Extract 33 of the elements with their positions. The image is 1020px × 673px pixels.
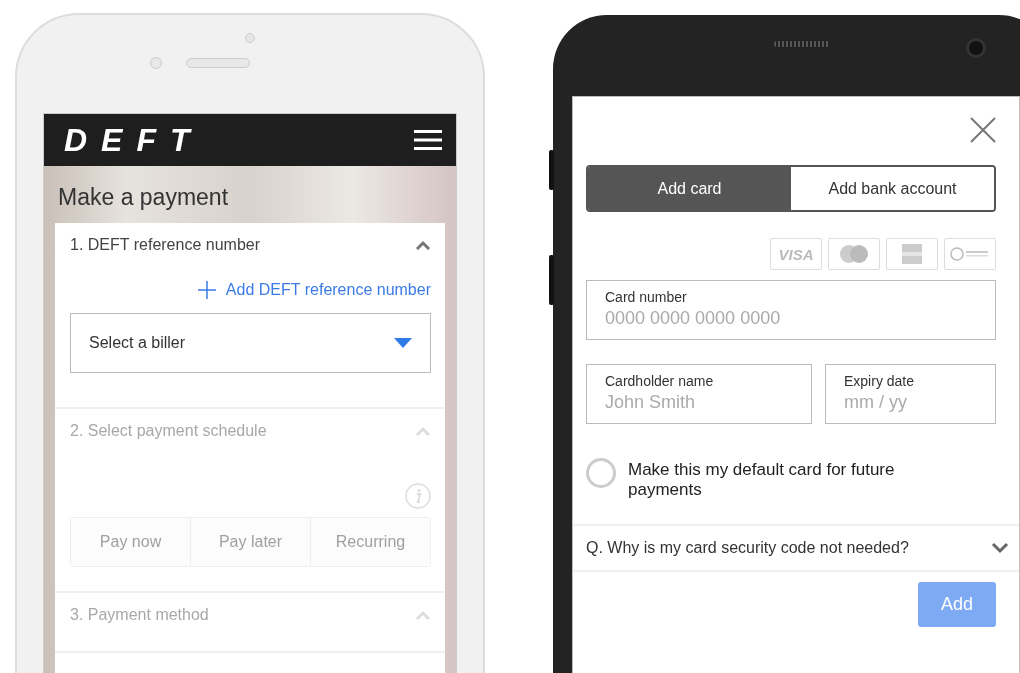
- text-input[interactable]: John Smith: [605, 392, 793, 413]
- amex-logo-icon: [902, 244, 922, 264]
- input-field[interactable]: Expiry date mm / yy: [825, 364, 996, 424]
- field-label: Card number: [605, 289, 688, 305]
- text-input[interactable]: mm / yy: [844, 392, 977, 413]
- visa-logo: VISA: [778, 245, 814, 263]
- faq-question[interactable]: Q. Why is my card security code not needed?: [586, 539, 909, 557]
- camera-icon: [245, 33, 255, 43]
- dropdown-arrow-icon: [394, 338, 412, 348]
- field-label: Cardholder name: [605, 373, 715, 389]
- logo: DEFT: [64, 121, 204, 159]
- card-number-input[interactable]: 0000 0000 0000 0000: [605, 308, 977, 329]
- tab[interactable]: Add card: [588, 167, 791, 210]
- plus-icon: [197, 281, 216, 299]
- sensor-icon: [150, 57, 162, 69]
- camera-icon: [966, 38, 986, 58]
- speaker-icon: [186, 58, 250, 68]
- page-title: Make a payment: [57, 183, 230, 212]
- biller-dropdown[interactable]: Select a biller: [70, 313, 431, 373]
- radio-button[interactable]: [586, 458, 616, 488]
- card-number-field[interactable]: Card number 0000 0000 0000 0000: [586, 280, 996, 340]
- menu-icon[interactable]: [414, 130, 442, 150]
- add-reference-link[interactable]: Add DEFT reference number: [197, 281, 431, 299]
- diners-logo-icon: [950, 247, 990, 261]
- speaker-icon: [774, 41, 830, 47]
- chevron-icon[interactable]: [991, 542, 1009, 554]
- close-icon[interactable]: [970, 117, 996, 143]
- field-label: Expiry date: [844, 373, 916, 389]
- chevron-icon[interactable]: [415, 240, 431, 250]
- input-field[interactable]: Cardholder name John Smith: [586, 364, 812, 424]
- default-card-label: Make this my default card for future payments: [628, 459, 896, 500]
- section-heading[interactable]: 1. DEFT reference number: [70, 236, 260, 254]
- mastercard-logo-icon: [837, 244, 871, 264]
